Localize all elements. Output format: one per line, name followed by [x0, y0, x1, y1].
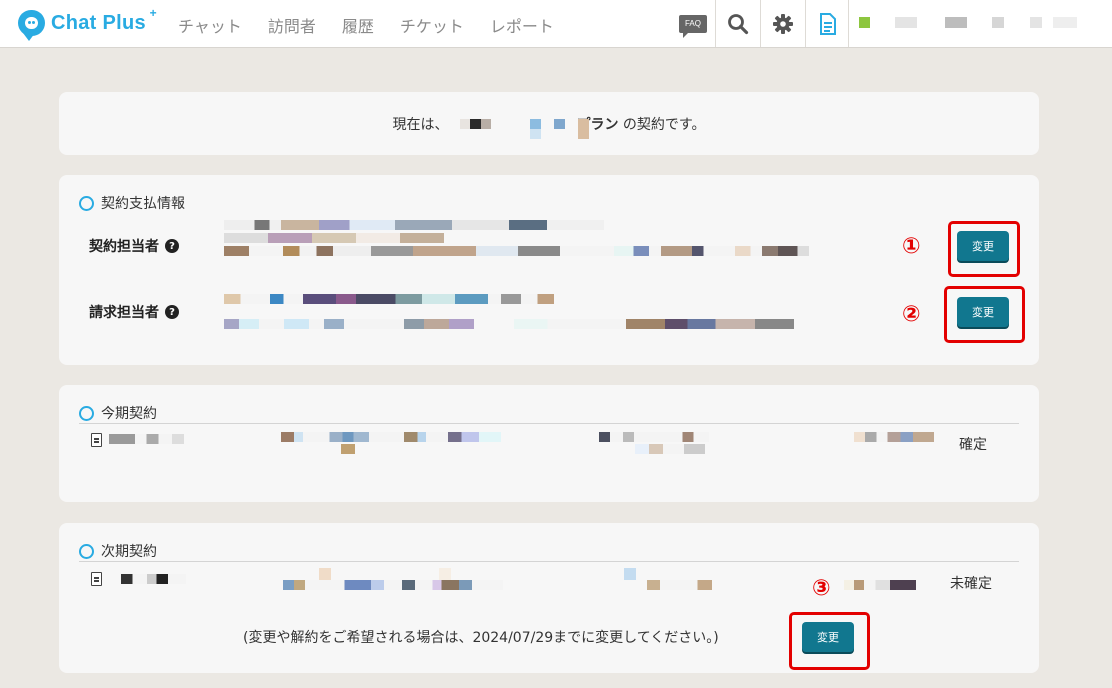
section-circle-icon: [79, 405, 94, 421]
next-contract-title: 次期契約: [79, 541, 157, 561]
redacted-current-contract-details: [109, 434, 184, 444]
document-icon: [91, 433, 102, 447]
billing-info-card: 契約支払情報 契約担当者 ? 請求担当者 ? 変更 変更: [59, 175, 1039, 365]
highlight-box-1: [948, 221, 1020, 277]
top-navigation-bar: Chat Plus + チャット 訪問者 履歴 チケット レポート FAQ: [0, 0, 1112, 48]
gear-icon: [773, 13, 793, 34]
chat-bubble-logo-icon: [18, 10, 45, 41]
redacted-billing-person-info: [224, 294, 554, 304]
redacted-contract-person-info: [224, 220, 604, 230]
help-icon[interactable]: ?: [165, 239, 179, 253]
help-icon[interactable]: ?: [165, 305, 179, 319]
section-divider: [79, 423, 1019, 424]
logo-text: Chat Plus: [51, 11, 146, 34]
billing-person-label: 請求担当者 ?: [89, 302, 179, 322]
nav-tickets[interactable]: チケット: [400, 13, 464, 37]
annotation-1: ①: [902, 234, 921, 259]
next-contract-status: 未確定: [950, 576, 992, 592]
logo-plus: +: [149, 5, 157, 20]
nav-chat[interactable]: チャット: [178, 13, 242, 37]
section-circle-icon: [79, 543, 94, 559]
billing-section-title: 契約支払情報: [79, 193, 185, 213]
user-info-area[interactable]: [848, 0, 1112, 47]
annotation-3: ③: [812, 576, 831, 601]
settings-button[interactable]: [760, 0, 805, 47]
chat-plus-logo[interactable]: Chat Plus +: [18, 6, 157, 41]
highlight-box-3: [789, 612, 870, 670]
main-nav: チャット 訪問者 履歴 チケット レポート: [178, 13, 580, 37]
nav-history[interactable]: 履歴: [342, 13, 374, 37]
current-contract-title: 今期契約: [79, 403, 157, 423]
section-divider: [79, 561, 1019, 562]
annotation-2: ②: [902, 302, 921, 327]
current-plan-text: 現在は、 プラン の契約です。: [59, 114, 1039, 139]
change-deadline-note: (変更や解約をご希望される場合は、2024/07/29までに変更してください。): [243, 630, 719, 646]
plan-prefix: 現在は、: [392, 117, 449, 133]
document-icon: [820, 12, 836, 35]
highlight-box-2: [944, 286, 1025, 343]
current-contract-card: 今期契約 確定: [59, 385, 1039, 502]
header-icon-bar: FAQ: [671, 0, 850, 47]
nav-visitors[interactable]: 訪問者: [268, 13, 316, 37]
contract-document-button[interactable]: [805, 0, 850, 47]
plan-contract-text: の契約です。: [618, 117, 706, 133]
section-circle-icon: [79, 195, 94, 211]
current-contract-status: 確定: [959, 437, 987, 453]
nav-reports[interactable]: レポート: [490, 13, 554, 37]
faq-icon: FAQ: [679, 14, 707, 38]
contract-person-label: 契約担当者 ?: [89, 236, 179, 256]
next-contract-card: 次期契約 未確定 (変更や解約をご希望される場合は、2024/07/29までに変…: [59, 523, 1039, 673]
faq-button[interactable]: FAQ: [671, 0, 715, 47]
redacted-next-contract-details: [121, 574, 186, 584]
document-icon: [91, 572, 102, 586]
search-icon: [728, 13, 749, 34]
search-button[interactable]: [715, 0, 760, 47]
redacted-plan-name: [448, 118, 590, 139]
current-plan-card: 現在は、 プラン の契約です。: [59, 92, 1039, 155]
